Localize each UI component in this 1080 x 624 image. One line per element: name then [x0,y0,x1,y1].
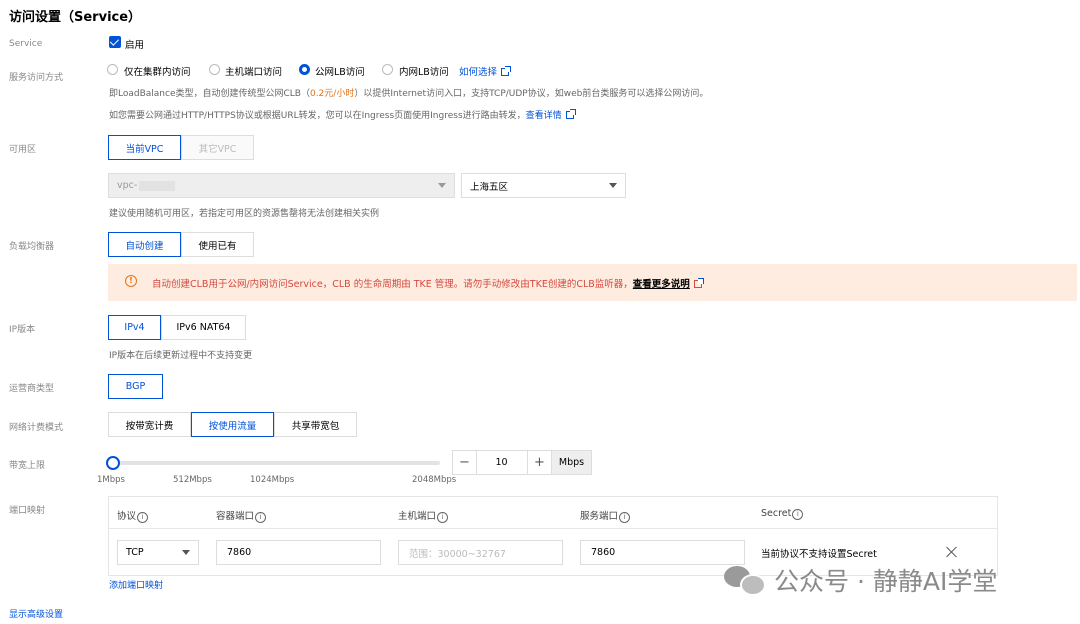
close-icon[interactable] [946,546,958,558]
radio-public-lb-label[interactable]: 公网LB访问 [315,64,365,78]
bandwidth-input[interactable]: 10 [476,450,527,475]
isp-label: 运营商类型 [9,384,55,394]
service-enable-label: 启用 [125,40,145,51]
radio-cluster-only-label[interactable]: 仅在集群内访问 [124,64,191,78]
check-icon [109,36,119,46]
col-container-port: 容器端口 i [216,508,267,523]
external-link-icon [501,66,512,76]
external-link-icon [565,109,576,119]
lb-label: 负载均衡器 [9,242,55,252]
billing-label: 网络计费模式 [9,423,64,433]
zone-hint: 建议使用随机可用区，若指定可用区的资源售罄将无法创建相关实例 [109,209,380,219]
lb-warning-message: 自动创建CLB用于公网/内网访问Service，CLB 的生命周期由 TKE 管… [152,279,633,290]
desc-prefix: 即LoadBalance类型，自动创建传统型公网CLB（ [109,89,310,99]
col-protocol-text: 协议 [117,511,137,522]
vpc-select[interactable]: vpc- [108,173,455,198]
tab-current-vpc[interactable]: 当前VPC [108,135,181,160]
col-secret: Secret i [761,508,804,520]
service-enable-checkbox[interactable] [109,36,121,48]
chevron-down-icon [609,183,617,188]
wechat-bubble-small [740,574,766,596]
ingress-hint: 如您需要公网通过HTTP/HTTPS协议或根据URL转发，您可以在Ingress… [109,108,576,121]
tick-1024mbps: 1024Mbps [250,475,295,485]
info-icon: i [255,512,267,523]
watermark-text: 公众号 · 静静AI学堂 [774,567,998,596]
zone-select[interactable]: 上海五区 [461,173,626,198]
increment-button[interactable]: + [527,450,552,475]
tick-512mbps: 512Mbps [173,475,212,485]
tab-use-existing[interactable]: 使用已有 [181,232,254,257]
protocol-select[interactable]: TCP [117,540,199,565]
host-port-input[interactable]: 范围：30000~32767 [398,540,563,565]
price-text: 0.2元/小时 [309,89,355,99]
external-link-icon [693,278,704,288]
service-label: Service [9,39,43,49]
tab-shared-bandwidth[interactable]: 共享带宽包 [274,412,357,437]
tab-other-vpc[interactable]: 其它VPC [181,135,254,160]
how-to-choose-link-text[interactable]: 如何选择 [459,67,497,78]
bandwidth-slider-handle[interactable] [106,456,120,470]
radio-public-lb[interactable] [299,64,310,75]
access-mode-label: 服务访问方式 [9,73,64,83]
show-advanced-settings-link[interactable]: 显示高级设置 [9,607,63,620]
col-protocol: 协议 i [117,508,149,523]
col-secret-text: Secret [761,508,792,519]
service-port-input[interactable]: 7860 [580,540,745,565]
warning-icon: ! [125,275,137,287]
ingress-hint-text: 如您需要公网通过HTTP/HTTPS协议或根据URL转发，您可以在Ingress… [109,111,526,121]
wechat-icon [724,563,768,596]
bandwidth-slider-track[interactable] [112,461,440,465]
vpc-id-redacted [139,180,176,191]
section-title: 访问设置（Service） [9,10,142,25]
tab-auto-create[interactable]: 自动创建 [108,232,181,257]
tick-1mbps: 1Mbps [97,475,125,485]
tick-2048mbps: 2048Mbps [412,475,457,485]
tab-ipv6-nat64[interactable]: IPv6 NAT64 [161,315,246,340]
radio-cluster-only[interactable] [107,64,118,75]
radio-host-port-label[interactable]: 主机端口访问 [225,64,282,78]
port-mapping-label: 端口映射 [9,506,46,516]
tab-ipv4[interactable]: IPv4 [108,315,161,340]
col-host-port-text: 主机端口 [398,511,437,522]
radio-private-lb-label[interactable]: 内网LB访问 [399,64,449,78]
col-container-port-text: 容器端口 [216,511,255,522]
info-icon: i [619,512,631,523]
ip-version-label: IP版本 [9,325,36,335]
add-port-mapping-link[interactable]: 添加端口映射 [109,578,163,591]
protocol-select-value: TCP [126,547,144,558]
access-mode-description: 即LoadBalance类型，自动创建传统型公网CLB（0.2元/小时）以提供I… [109,86,708,99]
decrement-button[interactable]: − [452,450,477,475]
container-port-input[interactable]: 7860 [216,540,381,565]
table-divider [109,528,997,529]
desc-suffix: ）以提供Internet访问入口，支持TCP/UDP协议，如web前台类服务可以… [354,89,709,99]
ip-version-hint: IP版本在后续更新过程中不支持变更 [109,351,253,361]
zone-select-value: 上海五区 [470,181,509,193]
more-info-link[interactable]: 查看更多说明 [633,279,690,290]
bandwidth-unit: Mbps [552,450,592,475]
lb-warning-text: 自动创建CLB用于公网/内网访问Service，CLB 的生命周期由 TKE 管… [152,276,704,290]
vpc-select-value: vpc- [117,180,138,191]
info-icon: i [792,509,804,520]
secret-unsupported-text: 当前协议不支持设置Secret [761,549,877,560]
zone-label: 可用区 [9,145,37,155]
view-details-link[interactable]: 查看详情 [526,111,562,121]
lb-warning-banner: ! 自动创建CLB用于公网/内网访问Service，CLB 的生命周期由 TKE… [108,264,1077,301]
how-to-choose-link[interactable]: 如何选择 [459,64,512,78]
col-service-port-text: 服务端口 [580,511,619,522]
bandwidth-label: 带宽上限 [9,461,46,471]
chevron-down-icon [182,550,190,555]
tab-bgp[interactable]: BGP [108,374,163,399]
info-icon: i [437,512,449,523]
col-service-port: 服务端口 i [580,508,631,523]
radio-host-port[interactable] [209,64,220,75]
tab-bill-by-bandwidth[interactable]: 按带宽计费 [108,412,191,437]
radio-private-lb[interactable] [382,64,393,75]
chevron-down-icon [438,183,446,188]
col-host-port: 主机端口 i [398,508,449,523]
tab-bill-by-traffic[interactable]: 按使用流量 [191,412,274,437]
info-icon: i [137,512,149,523]
